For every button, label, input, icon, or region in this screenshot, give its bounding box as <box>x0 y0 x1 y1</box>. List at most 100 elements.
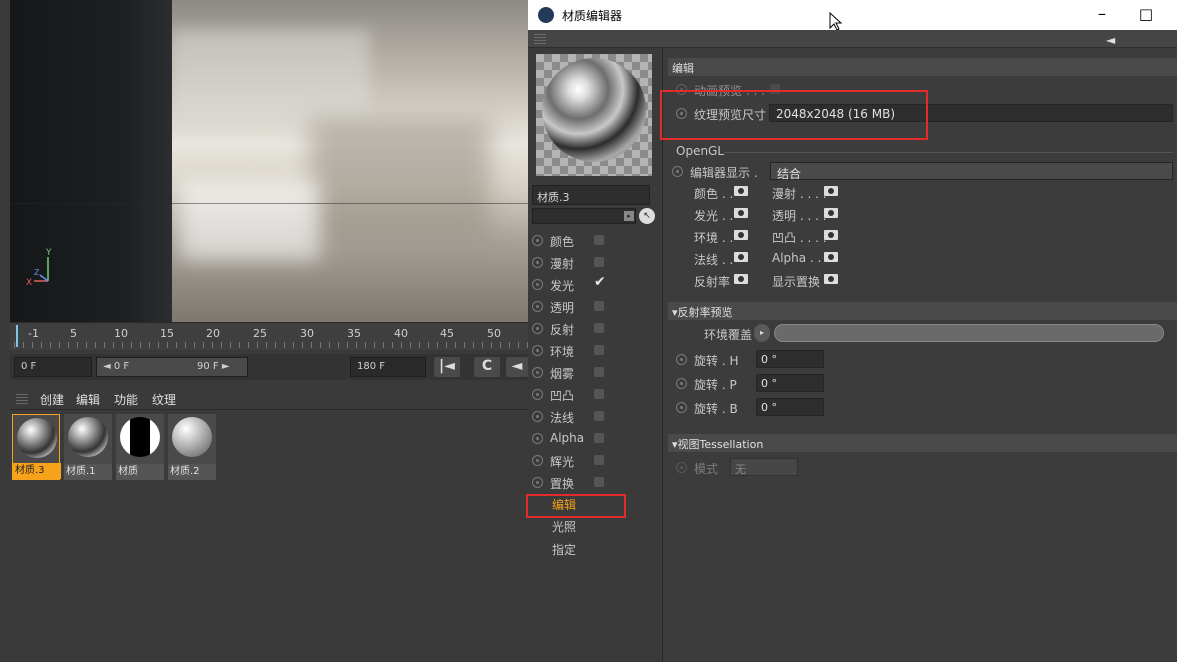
eye-icon[interactable] <box>824 208 838 218</box>
channel-diffusion[interactable]: 漫射 <box>532 252 658 272</box>
frame-controls: 0 F ◄ 0 F 90 F ► 180 F |◄ C ◄ <box>10 354 528 380</box>
channel-filter-field[interactable] <box>532 208 636 224</box>
menu-function[interactable]: 功能 <box>114 391 138 408</box>
step-back-button[interactable]: ◄ <box>506 357 528 377</box>
timeline-tick: 15 <box>160 327 174 340</box>
radio-icon <box>532 411 543 422</box>
end-frame-field[interactable]: 180 F <box>350 357 426 377</box>
channel-label: 颜色 <box>550 235 575 249</box>
menu-create[interactable]: 创建 <box>40 391 64 408</box>
channel-label: 环境 <box>550 345 575 359</box>
channel-checkbox[interactable] <box>594 323 604 333</box>
material-slot[interactable]: 材质.3 <box>12 414 61 480</box>
page-illumination[interactable]: 光照 <box>552 518 576 535</box>
channel-checkbox[interactable] <box>594 477 604 487</box>
material-slot[interactable]: 材质.1 <box>64 414 112 480</box>
channel-checkbox[interactable] <box>594 301 604 311</box>
menu-edit[interactable]: 编辑 <box>76 391 100 408</box>
channel-checkbox[interactable] <box>594 389 604 399</box>
section-header-reflectance-preview[interactable]: ▾反射率预览 <box>668 302 1177 320</box>
radio-icon <box>532 323 543 334</box>
window-titlebar[interactable]: 材质编辑器 – □ <box>528 0 1177 31</box>
material-label: 材质.1 <box>64 464 112 480</box>
section-header-tessellation[interactable]: ▾视图Tessellation <box>668 434 1177 452</box>
preview-range-slider[interactable]: ◄ 0 F 90 F ► <box>96 357 248 377</box>
mouse-pointer-icon <box>829 12 843 31</box>
mode-dropdown[interactable]: 无 <box>730 458 798 476</box>
timeline-tick: 35 <box>347 327 361 340</box>
eye-icon[interactable] <box>734 230 748 240</box>
editor-display-dropdown[interactable]: 结合 <box>770 162 1173 181</box>
previous-key-button[interactable]: C <box>474 357 500 377</box>
channel-color[interactable]: 颜色 <box>532 230 658 250</box>
horizon-line <box>10 203 528 204</box>
eye-icon[interactable] <box>734 252 748 262</box>
channel-displacement[interactable]: 置换 <box>532 472 658 492</box>
eye-icon[interactable] <box>734 186 748 196</box>
rotation-h-label: 旋转 . H <box>694 354 739 368</box>
group-divider <box>724 152 1173 153</box>
channel-normal[interactable]: 法线 <box>532 406 658 426</box>
channel-checkbox[interactable] <box>594 433 604 443</box>
eye-icon[interactable] <box>824 252 838 262</box>
highlight-box <box>660 90 928 140</box>
current-frame-field[interactable]: 0 F <box>14 357 92 377</box>
radio-icon <box>676 378 687 389</box>
material-name-field[interactable]: 材质.3 <box>532 185 650 205</box>
picker-icon[interactable]: ↖ <box>639 208 655 224</box>
env-overlay-texture-field[interactable] <box>774 324 1164 342</box>
radio-icon <box>532 235 543 246</box>
eye-icon[interactable] <box>824 274 838 284</box>
eye-icon[interactable] <box>824 230 838 240</box>
channel-checkbox[interactable] <box>594 235 604 245</box>
rotation-b-row: 旋转 . B 0 ° <box>664 398 1173 416</box>
dropdown-arrow-icon[interactable]: ▸ <box>624 211 634 221</box>
3d-viewport[interactable]: Y X Z <box>10 0 528 322</box>
channel-checkbox[interactable] <box>594 257 604 267</box>
timeline-ruler[interactable]: -1 5 10 15 20 25 30 35 40 45 50 <box>10 322 528 350</box>
go-to-start-button[interactable]: |◄ <box>434 357 460 377</box>
svg-text:Z: Z <box>34 268 40 277</box>
channel-transparency[interactable]: 透明 <box>532 296 658 316</box>
gripper-icon <box>534 34 546 44</box>
rotation-b-field[interactable]: 0 ° <box>756 398 824 416</box>
expand-arrow-icon[interactable]: ▸ <box>754 324 770 342</box>
timeline-tick: 10 <box>114 327 128 340</box>
material-slot[interactable]: 材质 <box>116 414 164 480</box>
material-preview[interactable] <box>536 54 652 176</box>
channel-checkbox[interactable] <box>594 455 604 465</box>
rotation-p-label: 旋转 . P <box>694 378 737 392</box>
eye-label: 法线 . . <box>694 253 734 267</box>
checkmark-icon[interactable]: ✔ <box>594 274 606 290</box>
axis-gizmo-icon: Y X Z <box>26 248 52 288</box>
eye-icon[interactable] <box>824 186 838 196</box>
timeline-tick: 30 <box>300 327 314 340</box>
timeline-tick: 50 <box>487 327 501 340</box>
maximize-button[interactable]: □ <box>1132 5 1160 27</box>
eye-icon[interactable] <box>734 274 748 284</box>
channel-checkbox[interactable] <box>594 345 604 355</box>
material-slot[interactable]: 材质.2 <box>168 414 216 480</box>
channel-label: 辉光 <box>550 455 575 469</box>
rotation-h-field[interactable]: 0 ° <box>756 350 824 368</box>
channel-checkbox[interactable] <box>594 411 604 421</box>
channel-luminance[interactable]: 发光 ✔ <box>532 274 658 294</box>
channel-fog[interactable]: 烟雾 <box>532 362 658 382</box>
attributes-panel: 编辑 动画预览 . . . 纹理预览尺寸 2048x2048 (16 MB) O… <box>660 48 1177 662</box>
channel-alpha[interactable]: Alpha <box>532 428 658 448</box>
channel-glow[interactable]: 辉光 <box>532 450 658 470</box>
menu-texture[interactable]: 纹理 <box>152 391 176 408</box>
radio-icon <box>676 402 687 413</box>
back-arrow-icon[interactable]: ◄ <box>1106 33 1115 47</box>
editor-toolbar: ◄ <box>528 30 1177 48</box>
channel-checkbox[interactable] <box>594 367 604 377</box>
radio-icon <box>532 367 543 378</box>
rotation-p-field[interactable]: 0 ° <box>756 374 824 392</box>
page-assignment[interactable]: 指定 <box>552 541 576 558</box>
rotation-h-row: 旋转 . H 0 ° <box>664 350 1173 368</box>
channel-environment[interactable]: 环境 <box>532 340 658 360</box>
minimize-button[interactable]: – <box>1088 4 1116 26</box>
channel-bump[interactable]: 凹凸 <box>532 384 658 404</box>
channel-reflectance[interactable]: 反射 <box>532 318 658 338</box>
eye-icon[interactable] <box>734 208 748 218</box>
